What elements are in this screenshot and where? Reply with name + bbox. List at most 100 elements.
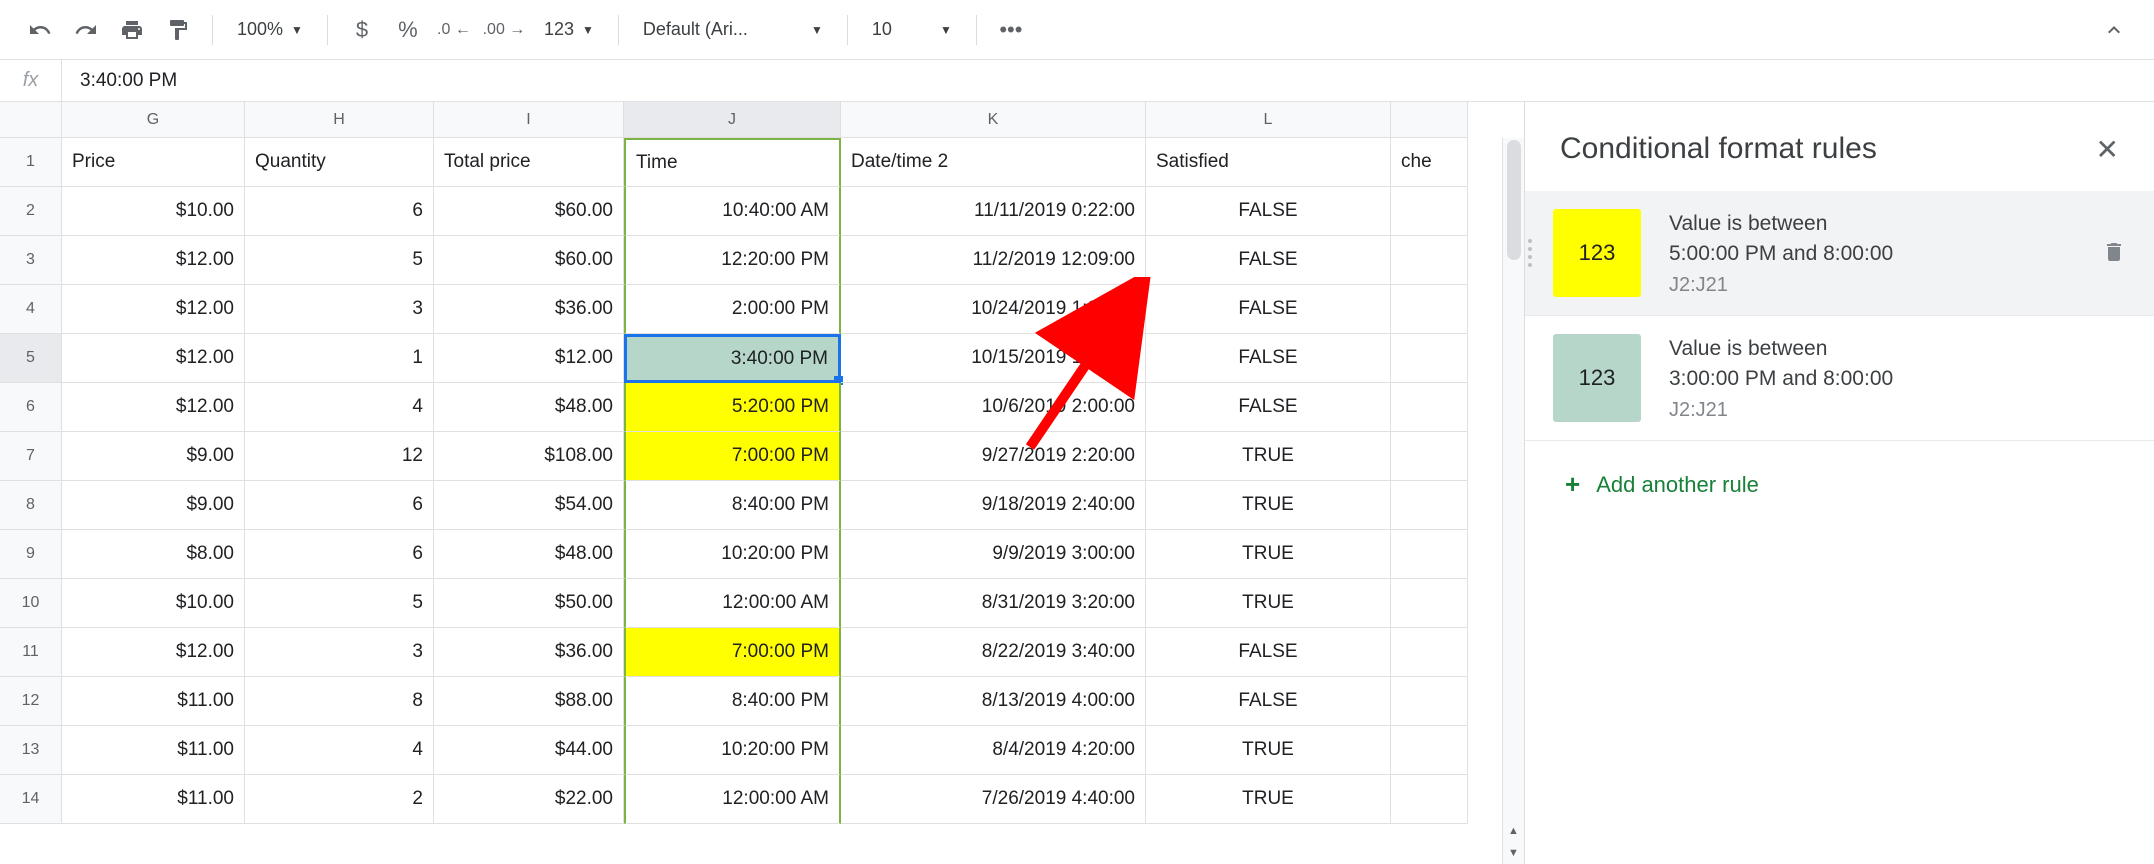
close-sidebar-button[interactable]: ✕ — [2096, 133, 2119, 166]
data-cell[interactable]: 11/2/2019 12:09:00 — [841, 236, 1146, 285]
data-cell[interactable]: FALSE — [1146, 236, 1391, 285]
data-cell[interactable] — [1391, 628, 1468, 677]
data-cell[interactable]: 2 — [245, 775, 434, 824]
data-cell[interactable]: 8 — [245, 677, 434, 726]
row-header[interactable]: 10 — [0, 579, 62, 628]
row-header[interactable]: 6 — [0, 383, 62, 432]
vertical-scrollbar[interactable]: ▲ ▼ — [1502, 138, 1524, 864]
header-cell[interactable]: Quantity — [245, 138, 434, 187]
row-header[interactable]: 14 — [0, 775, 62, 824]
row-header[interactable]: 3 — [0, 236, 62, 285]
data-cell[interactable]: $48.00 — [434, 383, 624, 432]
data-cell[interactable]: 9/27/2019 2:20:00 — [841, 432, 1146, 481]
row-header[interactable]: 4 — [0, 285, 62, 334]
header-cell[interactable]: che — [1391, 138, 1468, 187]
row-header[interactable]: 9 — [0, 530, 62, 579]
data-cell[interactable]: 12:00:00 AM — [624, 579, 841, 628]
row-header[interactable]: 5 — [0, 334, 62, 383]
data-cell[interactable] — [1391, 334, 1468, 383]
data-cell[interactable]: TRUE — [1146, 432, 1391, 481]
data-cell[interactable]: 4 — [245, 726, 434, 775]
data-cell[interactable] — [1391, 187, 1468, 236]
data-cell[interactable]: 4 — [245, 383, 434, 432]
redo-button[interactable] — [66, 10, 106, 50]
data-cell[interactable]: 9/9/2019 3:00:00 — [841, 530, 1146, 579]
row-header[interactable]: 1 — [0, 138, 62, 187]
data-cell[interactable]: 10/6/2019 2:00:00 — [841, 383, 1146, 432]
data-cell[interactable]: FALSE — [1146, 677, 1391, 726]
header-cell[interactable]: Time — [624, 138, 841, 187]
scroll-down-icon[interactable]: ▼ — [1505, 844, 1523, 862]
data-cell[interactable] — [1391, 579, 1468, 628]
font-dropdown[interactable]: Default (Ari...▼ — [633, 19, 833, 40]
data-cell[interactable]: 8/22/2019 3:40:00 — [841, 628, 1146, 677]
data-cell[interactable]: 7:00:00 PM — [624, 432, 841, 481]
data-cell[interactable] — [1391, 285, 1468, 334]
data-cell[interactable]: $108.00 — [434, 432, 624, 481]
data-cell[interactable]: $9.00 — [62, 481, 245, 530]
data-cell[interactable]: 8/13/2019 4:00:00 — [841, 677, 1146, 726]
header-cell[interactable]: Total price — [434, 138, 624, 187]
data-cell[interactable]: TRUE — [1146, 530, 1391, 579]
row-header[interactable]: 12 — [0, 677, 62, 726]
data-cell[interactable]: FALSE — [1146, 383, 1391, 432]
column-header[interactable] — [1391, 102, 1468, 138]
column-header[interactable]: H — [245, 102, 434, 138]
data-cell[interactable]: TRUE — [1146, 726, 1391, 775]
formula-input[interactable]: 3:40:00 PM — [62, 70, 2154, 92]
data-cell[interactable]: 7/26/2019 4:40:00 — [841, 775, 1146, 824]
spreadsheet-grid[interactable]: GHIJKL1PriceQuantityTotal priceTimeDate/… — [0, 102, 1524, 864]
data-cell[interactable]: $8.00 — [62, 530, 245, 579]
data-cell[interactable] — [1391, 775, 1468, 824]
select-all-corner[interactable] — [0, 102, 62, 138]
data-cell[interactable]: $11.00 — [62, 677, 245, 726]
print-button[interactable] — [112, 10, 152, 50]
data-cell[interactable]: TRUE — [1146, 775, 1391, 824]
data-cell[interactable]: 5:20:00 PM — [624, 383, 841, 432]
data-cell[interactable]: $10.00 — [62, 579, 245, 628]
column-header[interactable]: G — [62, 102, 245, 138]
row-header[interactable]: 11 — [0, 628, 62, 677]
data-cell[interactable]: $12.00 — [62, 236, 245, 285]
data-cell[interactable]: 8:40:00 PM — [624, 481, 841, 530]
delete-rule-button[interactable] — [2102, 240, 2126, 267]
collapse-toolbar-button[interactable] — [2094, 10, 2134, 50]
data-cell[interactable]: FALSE — [1146, 334, 1391, 383]
data-cell[interactable]: $60.00 — [434, 236, 624, 285]
column-header[interactable]: L — [1146, 102, 1391, 138]
data-cell[interactable]: TRUE — [1146, 579, 1391, 628]
data-cell[interactable]: 3 — [245, 285, 434, 334]
data-cell[interactable]: 10:20:00 PM — [624, 530, 841, 579]
data-cell[interactable]: 12:20:00 PM — [624, 236, 841, 285]
header-cell[interactable]: Date/time 2 — [841, 138, 1146, 187]
data-cell[interactable]: 10/15/2019 1:40:00 — [841, 334, 1146, 383]
data-cell[interactable]: $88.00 — [434, 677, 624, 726]
data-cell[interactable]: $36.00 — [434, 628, 624, 677]
data-cell[interactable]: 1 — [245, 334, 434, 383]
percent-button[interactable]: % — [388, 10, 428, 50]
column-header[interactable]: I — [434, 102, 624, 138]
data-cell[interactable] — [1391, 530, 1468, 579]
data-cell[interactable]: 10/24/2019 1:20:00 — [841, 285, 1146, 334]
data-cell[interactable]: $12.00 — [62, 285, 245, 334]
data-cell[interactable]: $11.00 — [62, 775, 245, 824]
data-cell[interactable]: 2:00:00 PM — [624, 285, 841, 334]
row-header[interactable]: 13 — [0, 726, 62, 775]
data-cell[interactable]: $60.00 — [434, 187, 624, 236]
data-cell[interactable]: 12:00:00 AM — [624, 775, 841, 824]
data-cell[interactable]: FALSE — [1146, 628, 1391, 677]
data-cell[interactable]: 11/11/2019 0:22:00 — [841, 187, 1146, 236]
data-cell[interactable] — [1391, 383, 1468, 432]
data-cell[interactable]: $22.00 — [434, 775, 624, 824]
currency-button[interactable]: $ — [342, 10, 382, 50]
data-cell[interactable]: 3 — [245, 628, 434, 677]
row-header[interactable]: 2 — [0, 187, 62, 236]
data-cell[interactable] — [1391, 432, 1468, 481]
data-cell[interactable]: 8/31/2019 3:20:00 — [841, 579, 1146, 628]
data-cell[interactable]: $11.00 — [62, 726, 245, 775]
format-rule-1[interactable]: 123 Value is between5:00:00 PM and 8:00:… — [1525, 191, 2154, 316]
data-cell[interactable]: 3:40:00 PM — [624, 334, 841, 383]
scroll-up-icon[interactable]: ▲ — [1505, 822, 1523, 840]
data-cell[interactable]: $12.00 — [62, 383, 245, 432]
increase-decimal-button[interactable]: .00 → — [480, 10, 528, 50]
